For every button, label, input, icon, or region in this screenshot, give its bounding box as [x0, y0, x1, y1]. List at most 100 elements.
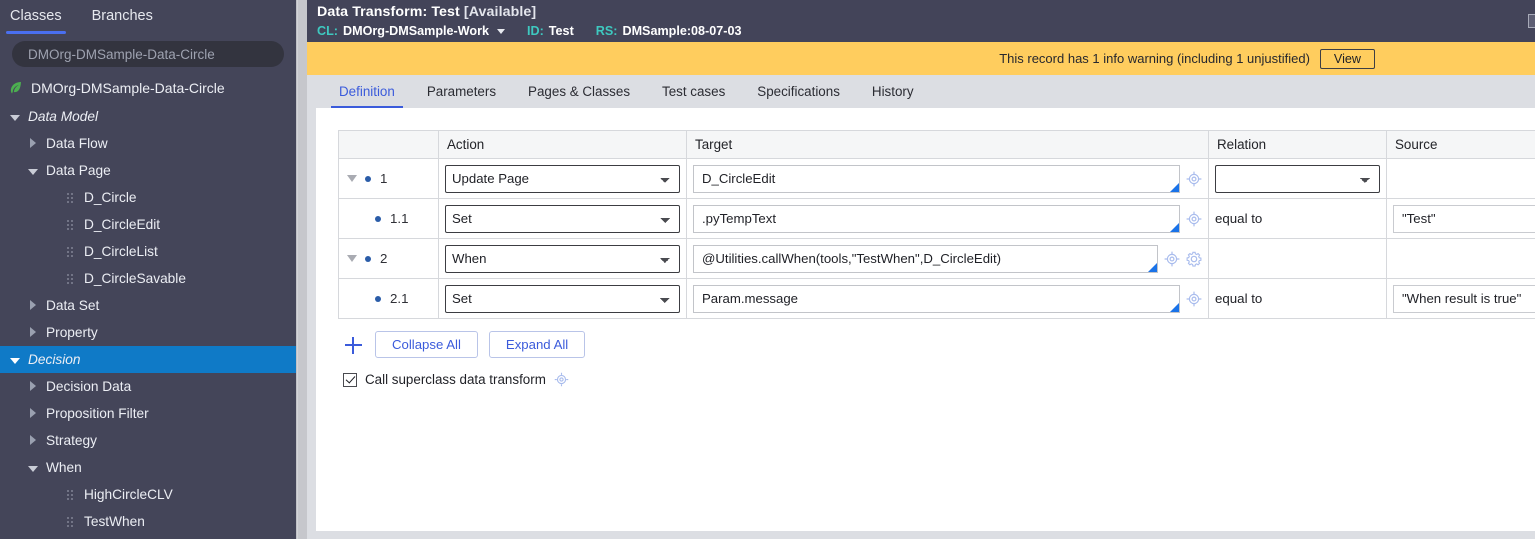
table-header-row: Action Target Relation Source: [338, 130, 1535, 159]
tab-parameters[interactable]: Parameters: [411, 75, 512, 108]
tab-specifications[interactable]: Specifications: [741, 75, 856, 108]
drag-handle-icon[interactable]: [62, 219, 78, 230]
tree-item-d-circlesavable[interactable]: D_CircleSavable: [0, 265, 296, 292]
action-select[interactable]: Update Page: [445, 164, 680, 193]
chevron-down-icon[interactable]: [497, 28, 505, 34]
drag-handle-icon[interactable]: [62, 192, 78, 203]
tree-item-data-model[interactable]: Data Model: [0, 103, 296, 130]
chevron-down-icon[interactable]: [8, 109, 22, 124]
table-row: 2 When @Utilities.callWhen(tools,"TestWh…: [338, 238, 1535, 279]
drag-handle-icon[interactable]: [62, 516, 78, 527]
relation-cell: [1208, 158, 1387, 199]
scrollbar-thumb[interactable]: [298, 0, 307, 539]
relation-select[interactable]: [1215, 164, 1380, 193]
tab-test-cases[interactable]: Test cases: [646, 75, 741, 108]
tree-item-property-label: Property: [46, 325, 98, 340]
collapse-all-button[interactable]: Collapse All: [375, 331, 478, 358]
target-input[interactable]: .pyTempText: [693, 204, 1180, 233]
target-input-value: Param.message: [702, 291, 799, 306]
sidebar: Classes Branches DMOrg-DMSample-Data-Cir…: [0, 0, 296, 539]
tree-item-strategy-label: Strategy: [46, 433, 97, 448]
row-bullet-icon: [365, 255, 371, 262]
tree-item-when[interactable]: When: [0, 454, 296, 481]
chevron-down-icon[interactable]: [8, 352, 22, 367]
tree-item-property[interactable]: Property: [0, 319, 296, 346]
leaf-icon: [8, 80, 24, 96]
drag-handle-icon[interactable]: [62, 489, 78, 500]
crosshair-icon[interactable]: [1164, 251, 1180, 267]
target-input-value: .pyTempText: [702, 211, 777, 226]
sidebar-tab-classes[interactable]: Classes: [6, 0, 66, 34]
expand-all-button[interactable]: Expand All: [488, 331, 586, 358]
row-index-label: 2: [380, 251, 388, 266]
tree-item-data-page-label: Data Page: [46, 163, 111, 178]
action-select[interactable]: When: [445, 244, 680, 273]
action-select[interactable]: Set: [445, 204, 680, 233]
tab-history[interactable]: History: [856, 75, 930, 108]
tab-pages-and-classes[interactable]: Pages & Classes: [512, 75, 646, 108]
target-input[interactable]: @Utilities.callWhen(tools,"TestWhen",D_C…: [693, 244, 1158, 273]
tab-definition[interactable]: Definition: [323, 75, 411, 108]
action-cell: Set: [438, 278, 687, 319]
superclass-checkbox[interactable]: [343, 372, 357, 387]
sidebar-tab-branches[interactable]: Branches: [88, 0, 157, 32]
tree-item-decision-data[interactable]: Decision Data: [0, 373, 296, 400]
chevron-right-icon[interactable]: [26, 379, 40, 394]
main-content: Data Transform: Test [Available] CL: DMO…: [307, 0, 1535, 539]
relation-value: equal to: [1215, 291, 1263, 306]
crosshair-icon[interactable]: [1186, 211, 1202, 227]
tree-item-proposition-filter[interactable]: Proposition Filter: [0, 400, 296, 427]
add-row-button[interactable]: [342, 334, 364, 356]
chevron-right-icon[interactable]: [26, 406, 40, 421]
row-collapse-toggle-icon[interactable]: [347, 255, 357, 262]
chevron-down-icon[interactable]: [26, 460, 40, 475]
drag-handle-icon[interactable]: [62, 246, 78, 257]
chevron-right-icon[interactable]: [26, 325, 40, 340]
crosshair-icon[interactable]: [554, 372, 569, 387]
tree-item-data-flow-label: Data Flow: [46, 136, 108, 151]
view-warning-button[interactable]: View: [1319, 48, 1375, 69]
tree-item-data-page[interactable]: Data Page: [0, 157, 296, 184]
tree-item-d-circlelist[interactable]: D_CircleList: [0, 238, 296, 265]
source-input[interactable]: "When result is true": [1393, 284, 1535, 313]
tree-item-decision[interactable]: Decision: [0, 346, 296, 373]
chevron-right-icon[interactable]: [26, 433, 40, 448]
tree-item-testwhen[interactable]: TestWhen: [0, 508, 296, 535]
chevron-down-icon[interactable]: [26, 163, 40, 178]
tab-bar: Definition Parameters Pages & Classes Te…: [307, 75, 1535, 108]
column-header-relation: Relation: [1208, 130, 1387, 159]
gear-icon[interactable]: [1186, 251, 1202, 267]
class-value: DMOrg-DMSample-Work: [342, 24, 489, 38]
record-status-label: [Available]: [463, 4, 537, 20]
relation-cell: equal to: [1208, 278, 1387, 319]
tree-item-data-flow[interactable]: Data Flow: [0, 130, 296, 157]
chevron-right-icon[interactable]: [26, 136, 40, 151]
drag-handle-icon[interactable]: [62, 273, 78, 284]
warning-banner: This record has 1 info warning (includin…: [307, 42, 1535, 75]
tree-item-data-set[interactable]: Data Set: [0, 292, 296, 319]
chevron-right-icon[interactable]: [26, 298, 40, 313]
crosshair-icon[interactable]: [1186, 171, 1202, 187]
tree-root-item[interactable]: DMOrg-DMSample-Data-Circle: [0, 73, 296, 103]
tree-item-d-circlesavable-label: D_CircleSavable: [84, 271, 186, 286]
target-input[interactable]: D_CircleEdit: [693, 164, 1180, 193]
tree-item-strategy[interactable]: Strategy: [0, 427, 296, 454]
crosshair-icon[interactable]: [1186, 291, 1202, 307]
header-edge-control[interactable]: [1528, 14, 1535, 28]
row-collapse-toggle-icon[interactable]: [347, 175, 357, 182]
sidebar-vertical-scrollbar[interactable]: [296, 0, 307, 539]
source-input-value: "When result is true": [1402, 291, 1522, 306]
record-meta: CL: DMOrg-DMSample-Work ID: Test RS: DMS…: [317, 24, 1535, 38]
tab-definition-label: Definition: [339, 84, 395, 99]
source-input[interactable]: "Test": [1393, 204, 1535, 233]
record-header: Data Transform: Test [Available] CL: DMO…: [307, 0, 1535, 42]
tree-item-d-circle[interactable]: D_Circle: [0, 184, 296, 211]
target-input[interactable]: Param.message: [693, 284, 1180, 313]
tree-item-highcircleclv[interactable]: HighCircleCLV: [0, 481, 296, 508]
tab-parameters-label: Parameters: [426, 84, 497, 99]
table-row: 2.1 Set Param.message equal to "When res…: [338, 278, 1535, 319]
action-select[interactable]: Set: [445, 284, 680, 313]
sidebar-search-input[interactable]: DMOrg-DMSample-Data-Circle: [12, 41, 284, 67]
action-cell: Update Page: [438, 158, 687, 199]
tree-item-d-circleedit[interactable]: D_CircleEdit: [0, 211, 296, 238]
